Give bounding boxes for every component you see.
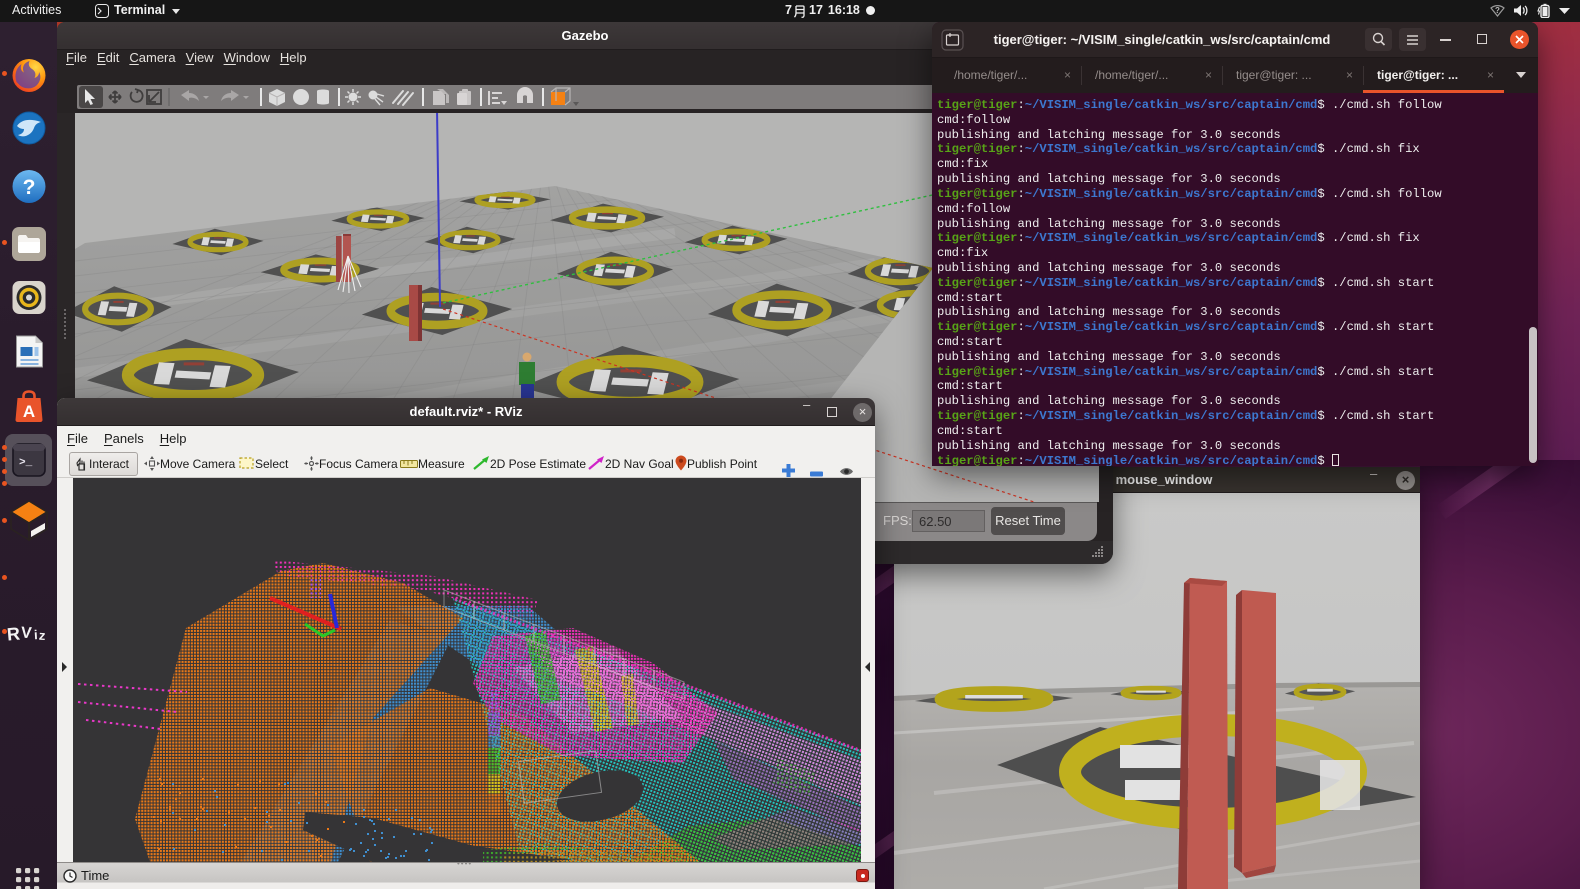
svg-text:>_: >_ xyxy=(19,457,33,469)
svg-text:z: z xyxy=(38,628,46,643)
svg-text:R: R xyxy=(6,624,21,645)
svg-text:A: A xyxy=(22,402,34,421)
svg-text:?: ? xyxy=(22,176,35,199)
svg-text:i: i xyxy=(33,627,37,642)
svg-text:?: ? xyxy=(1495,6,1500,15)
svg-text:V: V xyxy=(20,625,32,643)
